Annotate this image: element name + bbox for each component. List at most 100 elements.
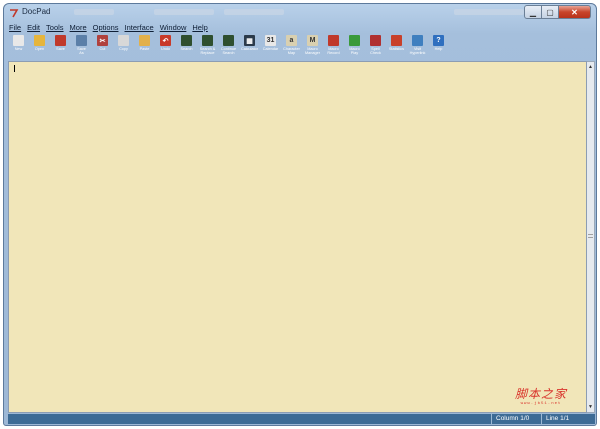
statistics-button[interactable]: Statistics <box>386 35 407 60</box>
paste-button[interactable]: Paste <box>134 35 155 60</box>
open-button[interactable]: Open <box>29 35 50 60</box>
toolbar-label: Statistics <box>388 47 405 51</box>
macro-record-button[interactable]: Macro Record <box>323 35 344 60</box>
character-map-button[interactable]: a Character Map <box>281 35 302 60</box>
toolbar-label: New <box>14 47 23 51</box>
toolbar-label: Copy <box>119 47 128 51</box>
watermark: 脚本之家 www.jb51.net <box>515 385 567 406</box>
window-title: DocPad <box>22 7 51 16</box>
toolbar-label: Search & Replace <box>199 47 216 56</box>
toolbar-label: Cut <box>99 47 106 51</box>
toolbar-label: Macro Record <box>327 47 340 56</box>
toolbar: New Open Save Save As ✂ Cut Copy Paste ↶ Undo Sear… <box>8 35 449 60</box>
text-caret <box>14 65 15 72</box>
toolbar-label: Character Map <box>283 47 300 56</box>
new-button[interactable]: New <box>8 35 29 60</box>
title-bar[interactable]: DocPad ▁ ▢ ✕ <box>4 4 596 22</box>
vertical-scrollbar[interactable]: ▲ ▼ <box>587 61 595 413</box>
background-decoration <box>454 9 524 15</box>
calendar-icon: 31 <box>265 35 276 46</box>
toolbar-label: Help <box>434 47 443 51</box>
toolbar-label: Macro Manager <box>305 47 320 56</box>
toolbar-label: Macro Play <box>349 47 360 56</box>
undo-icon: ↶ <box>160 35 171 46</box>
docpad-window: DocPad ▁ ▢ ✕ File Edit Tools More Option… <box>3 3 597 426</box>
background-decoration <box>74 9 114 15</box>
macro-record-icon <box>328 35 339 46</box>
character-map-icon: a <box>286 35 297 46</box>
help-icon: ? <box>433 35 444 46</box>
macro-manager-button[interactable]: M Macro Manager <box>302 35 323 60</box>
calculator-icon: ▦ <box>244 35 255 46</box>
menu-options[interactable]: Options <box>90 22 122 34</box>
scroll-down-arrow-icon[interactable]: ▼ <box>587 403 594 411</box>
menu-more[interactable]: More <box>67 22 90 34</box>
search-replace-button[interactable]: Search & Replace <box>197 35 218 60</box>
calculator-button[interactable]: ▦ Calculator <box>239 35 260 60</box>
toolbar-label: Save As <box>77 47 86 56</box>
toolbar-label: Continue Search <box>220 47 237 56</box>
save-as-icon <box>76 35 87 46</box>
spell-check-button[interactable]: Spell Check <box>365 35 386 60</box>
watermark-url: www.jb51.net <box>520 402 562 406</box>
app-icon <box>10 9 19 18</box>
text-editor[interactable] <box>8 61 587 413</box>
menu-tools[interactable]: Tools <box>43 22 67 34</box>
watermark-text: 脚本之家 <box>515 387 568 401</box>
background-decoration <box>154 9 214 15</box>
menu-file[interactable]: File <box>6 22 24 34</box>
status-column: Column 1/0 <box>491 414 541 424</box>
close-button[interactable]: ✕ <box>559 5 591 19</box>
window-controls: ▁ ▢ ✕ <box>524 5 591 19</box>
toolbar-label: Calculator <box>240 47 259 51</box>
menu-interface[interactable]: Interface <box>122 22 157 34</box>
toolbar-label: Save <box>56 47 65 51</box>
paste-icon <box>139 35 150 46</box>
toolbar-label: Paste <box>139 47 150 51</box>
binoculars-icon <box>181 35 192 46</box>
hyperlink-icon <box>412 35 423 46</box>
toolbar-label: Search <box>180 47 193 51</box>
macro-play-icon <box>349 35 360 46</box>
help-button[interactable]: ? Help <box>428 35 449 60</box>
close-icon: ✕ <box>571 7 578 17</box>
spell-check-icon <box>370 35 381 46</box>
search-button[interactable]: Search <box>176 35 197 60</box>
undo-button[interactable]: ↶ Undo <box>155 35 176 60</box>
minimize-icon: ▁ <box>529 7 537 17</box>
maximize-icon: ▢ <box>546 7 554 17</box>
scissors-icon: ✂ <box>97 35 108 46</box>
menu-bar: File Edit Tools More Options Interface W… <box>6 22 211 34</box>
scroll-grip[interactable] <box>588 234 593 238</box>
menu-edit[interactable]: Edit <box>24 22 43 34</box>
menu-help[interactable]: Help <box>189 22 210 34</box>
save-button[interactable]: Save <box>50 35 71 60</box>
open-folder-icon <box>34 35 45 46</box>
continue-search-icon <box>223 35 234 46</box>
scroll-up-arrow-icon[interactable]: ▲ <box>587 63 594 71</box>
minimize-button[interactable]: ▁ <box>524 5 542 19</box>
toolbar-label: Calendar <box>262 47 279 51</box>
copy-button[interactable]: Copy <box>113 35 134 60</box>
toolbar-label: Spell Check <box>370 47 381 56</box>
continue-search-button[interactable]: Continue Search <box>218 35 239 60</box>
new-file-icon <box>13 35 24 46</box>
save-as-button[interactable]: Save As <box>71 35 92 60</box>
toolbar-label: Visit Hyperlink <box>409 47 426 56</box>
save-icon <box>55 35 66 46</box>
statistics-icon <box>391 35 402 46</box>
toolbar-label: Undo <box>160 47 171 51</box>
background-decoration <box>224 9 284 15</box>
calendar-button[interactable]: 31 Calendar <box>260 35 281 60</box>
cut-button[interactable]: ✂ Cut <box>92 35 113 60</box>
maximize-button[interactable]: ▢ <box>542 5 559 19</box>
status-bar: Column 1/0 Line 1/1 <box>8 414 595 424</box>
macro-manager-icon: M <box>307 35 318 46</box>
status-line: Line 1/1 <box>541 414 595 424</box>
menu-window[interactable]: Window <box>157 22 190 34</box>
macro-play-button[interactable]: Macro Play <box>344 35 365 60</box>
copy-icon <box>118 35 129 46</box>
search-replace-icon <box>202 35 213 46</box>
toolbar-label: Open <box>34 47 45 51</box>
visit-hyperlink-button[interactable]: Visit Hyperlink <box>407 35 428 60</box>
